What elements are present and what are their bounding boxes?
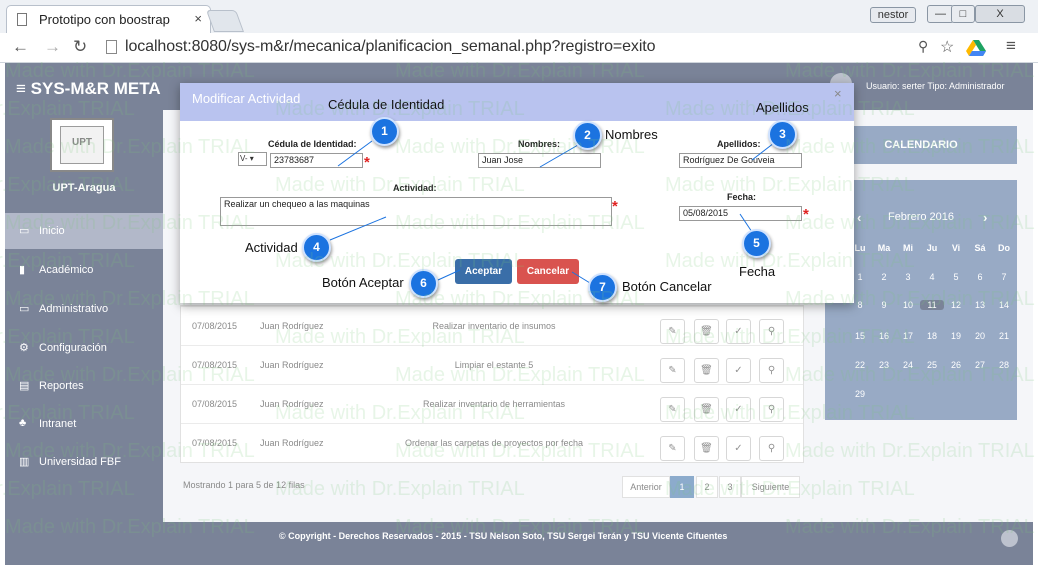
callout-label-apellidos: Apellidos bbox=[756, 100, 809, 115]
callout-connector-lines bbox=[329, 140, 775, 284]
callout-label-cedula: Cédula de Identidad bbox=[328, 97, 445, 112]
callout-marker-actividad: 4 bbox=[302, 233, 331, 262]
callout-marker-fecha: 5 bbox=[742, 229, 771, 258]
callout-label-cancelar: Botón Cancelar bbox=[622, 279, 712, 294]
callout-marker-cedula: 1 bbox=[370, 117, 399, 146]
callout-label-actividad: Actividad bbox=[245, 240, 298, 255]
callout-marker-cancelar: 7 bbox=[588, 273, 617, 302]
callout-label-nombres: Nombres bbox=[605, 127, 658, 142]
callout-marker-nombres: 2 bbox=[573, 121, 602, 150]
callout-marker-apellidos: 3 bbox=[768, 120, 797, 149]
callout-marker-aceptar: 6 bbox=[409, 269, 438, 298]
screenshot-stage: Prototipo con boostrap × nestor — □ X ← … bbox=[0, 0, 1038, 574]
callout-label-aceptar: Botón Aceptar bbox=[322, 275, 404, 290]
callout-label-fecha: Fecha bbox=[739, 264, 776, 279]
